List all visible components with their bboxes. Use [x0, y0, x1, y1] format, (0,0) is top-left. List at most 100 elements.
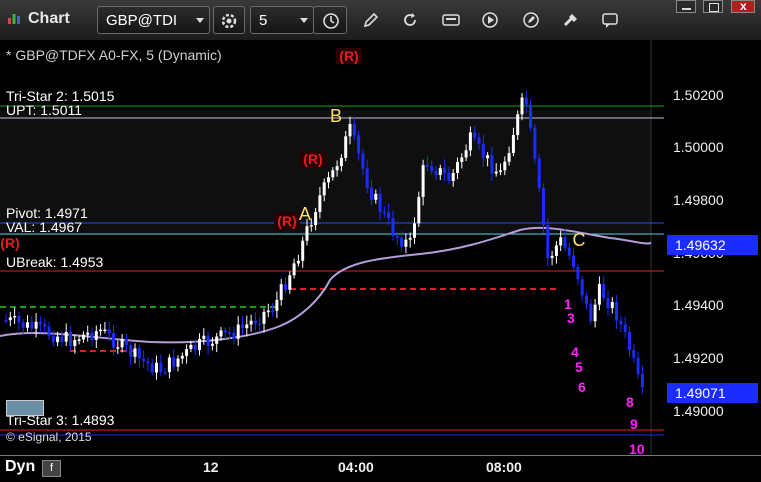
candle-body: [43, 324, 47, 327]
candle-body: [339, 157, 343, 167]
candle-body: [602, 284, 606, 299]
time-axis-bar: Dyn f: [0, 455, 761, 482]
tools-icon[interactable]: [561, 10, 581, 30]
candle-body: [258, 323, 262, 326]
candle-body: [176, 358, 180, 367]
candle-body: [464, 150, 468, 158]
candle-body: [361, 153, 365, 169]
candle-body: [60, 336, 64, 342]
keyboard-icon[interactable]: [441, 10, 461, 30]
candle-body: [434, 171, 438, 176]
candle-body: [318, 195, 322, 212]
candle-body: [38, 321, 42, 325]
candle-body: [180, 355, 184, 359]
r-marker-3: (R): [0, 235, 19, 251]
candle-body: [26, 322, 29, 328]
r-marker-1: (R): [300, 151, 326, 167]
ma-price-badge: 1.49632: [667, 235, 758, 255]
candle-body: [90, 332, 94, 340]
price-tick: 1.49400: [673, 297, 724, 313]
candle-body: [460, 157, 464, 162]
candle-body: [206, 335, 210, 346]
symbol-value: GBP@TDI: [106, 12, 178, 29]
candle-body: [279, 284, 283, 300]
pencil-icon[interactable]: [361, 10, 381, 30]
refresh-icon[interactable]: [400, 10, 420, 30]
candle-body: [271, 310, 275, 313]
symbol-dropdown[interactable]: GBP@TDI: [97, 6, 210, 34]
candle-body: [292, 263, 296, 276]
svg-text:1.49632: 1.49632: [675, 237, 726, 253]
candle-body: [30, 322, 34, 329]
comment-icon[interactable]: [600, 10, 620, 30]
upt-label: UPT: 1.5011: [6, 102, 83, 115]
svg-text:(R): (R): [277, 213, 296, 229]
candle-body: [159, 362, 163, 373]
candle-body: [120, 338, 124, 348]
candle-body: [185, 349, 189, 356]
candle-body: [576, 267, 580, 280]
candle-body: [593, 304, 597, 322]
candle-body: [636, 357, 640, 374]
candle-body: [481, 143, 485, 159]
svg-text:(R): (R): [0, 235, 19, 251]
candle-body: [202, 335, 206, 340]
time-button[interactable]: [313, 6, 347, 34]
recent-box[interactable]: [6, 400, 44, 416]
maximize-button[interactable]: [703, 0, 723, 13]
minimize-button[interactable]: [676, 0, 696, 13]
time-tick: 12: [203, 459, 219, 475]
candle-body: [477, 137, 481, 144]
candle-body: [107, 329, 111, 334]
candle-body: [219, 330, 223, 337]
candle-body: [413, 223, 416, 238]
candle-body: [438, 168, 442, 176]
candle-body: [21, 322, 25, 328]
candle-body: [597, 284, 601, 305]
candle-body: [382, 211, 386, 214]
time-tick: 08:00: [486, 459, 522, 475]
candle-body: [408, 237, 412, 240]
count-label: 4: [571, 344, 579, 360]
settings-button[interactable]: [213, 6, 245, 34]
candle-body: [507, 153, 511, 162]
title-bar: Chart GBP@TDI 5 x: [0, 0, 761, 41]
edit-icon[interactable]: [521, 10, 541, 30]
font-icon[interactable]: f: [42, 460, 61, 477]
candle-body: [494, 171, 498, 174]
candle-body: [425, 165, 429, 167]
candle-body: [51, 335, 55, 343]
candle-body: [404, 239, 408, 247]
candle-body: [73, 340, 77, 346]
candle-body: [129, 345, 133, 357]
candle-body: [331, 170, 335, 178]
candle-body: [563, 237, 567, 248]
minimize-icon: [682, 8, 691, 10]
play-icon[interactable]: [480, 10, 500, 30]
r-marker-header: (R): [336, 48, 362, 64]
candle-body: [619, 320, 623, 325]
candle-body: [542, 188, 545, 225]
ubreak-label: UBreak: 1.4953: [6, 254, 104, 270]
time-tick: 04:00: [338, 459, 374, 475]
candle-body: [47, 326, 51, 336]
svg-text:(R): (R): [339, 48, 358, 64]
candle-body: [245, 324, 249, 329]
candle-body: [417, 196, 421, 224]
interval-dropdown[interactable]: 5: [250, 6, 314, 34]
candle-body: [189, 344, 193, 350]
price-tick: 1.50200: [673, 87, 724, 103]
candle-body: [486, 155, 490, 159]
price-tick: 1.50000: [673, 139, 724, 155]
candle-body: [69, 332, 72, 346]
candle-body: [529, 104, 533, 128]
close-button[interactable]: x: [731, 0, 755, 13]
candle-body: [585, 295, 588, 304]
val-label: VAL: 1.4967: [6, 219, 83, 232]
gear-icon: [221, 13, 237, 29]
candle-body: [150, 363, 154, 373]
point-b-label: B: [330, 106, 342, 126]
candle-body: [56, 336, 60, 343]
clock-icon: [323, 13, 339, 29]
candle-body: [640, 373, 644, 388]
